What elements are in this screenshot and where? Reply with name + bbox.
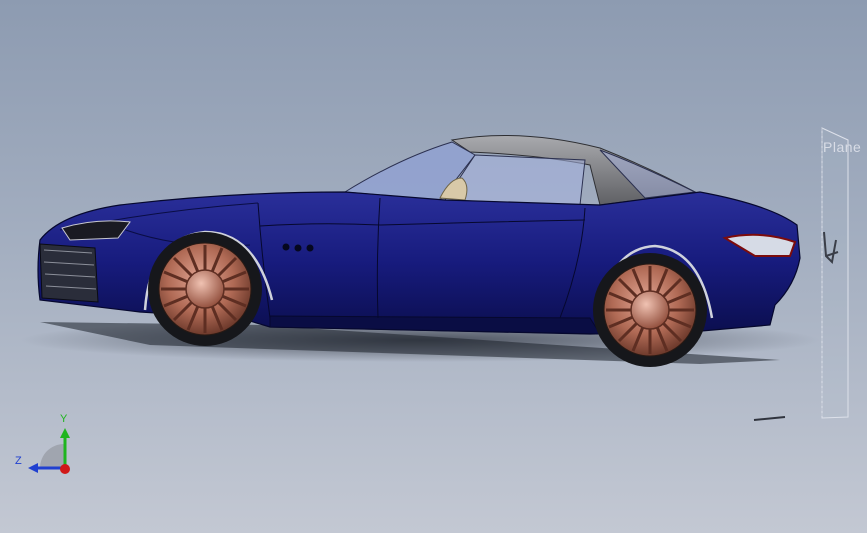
side-vent [306,244,314,252]
car-wheel-front [148,232,262,346]
axis-y-label: Y [60,413,68,425]
plane-label: Plane [823,139,862,155]
axis-z-label: Z [15,455,22,467]
graphics-viewport[interactable]: Plane Y Z [0,0,867,533]
reference-triad [28,428,70,474]
side-vent [294,244,302,252]
car-wheel-rear [593,253,707,367]
axis-x-dot [60,464,70,474]
side-vent [282,243,290,251]
3d-model-view[interactable] [0,0,867,533]
